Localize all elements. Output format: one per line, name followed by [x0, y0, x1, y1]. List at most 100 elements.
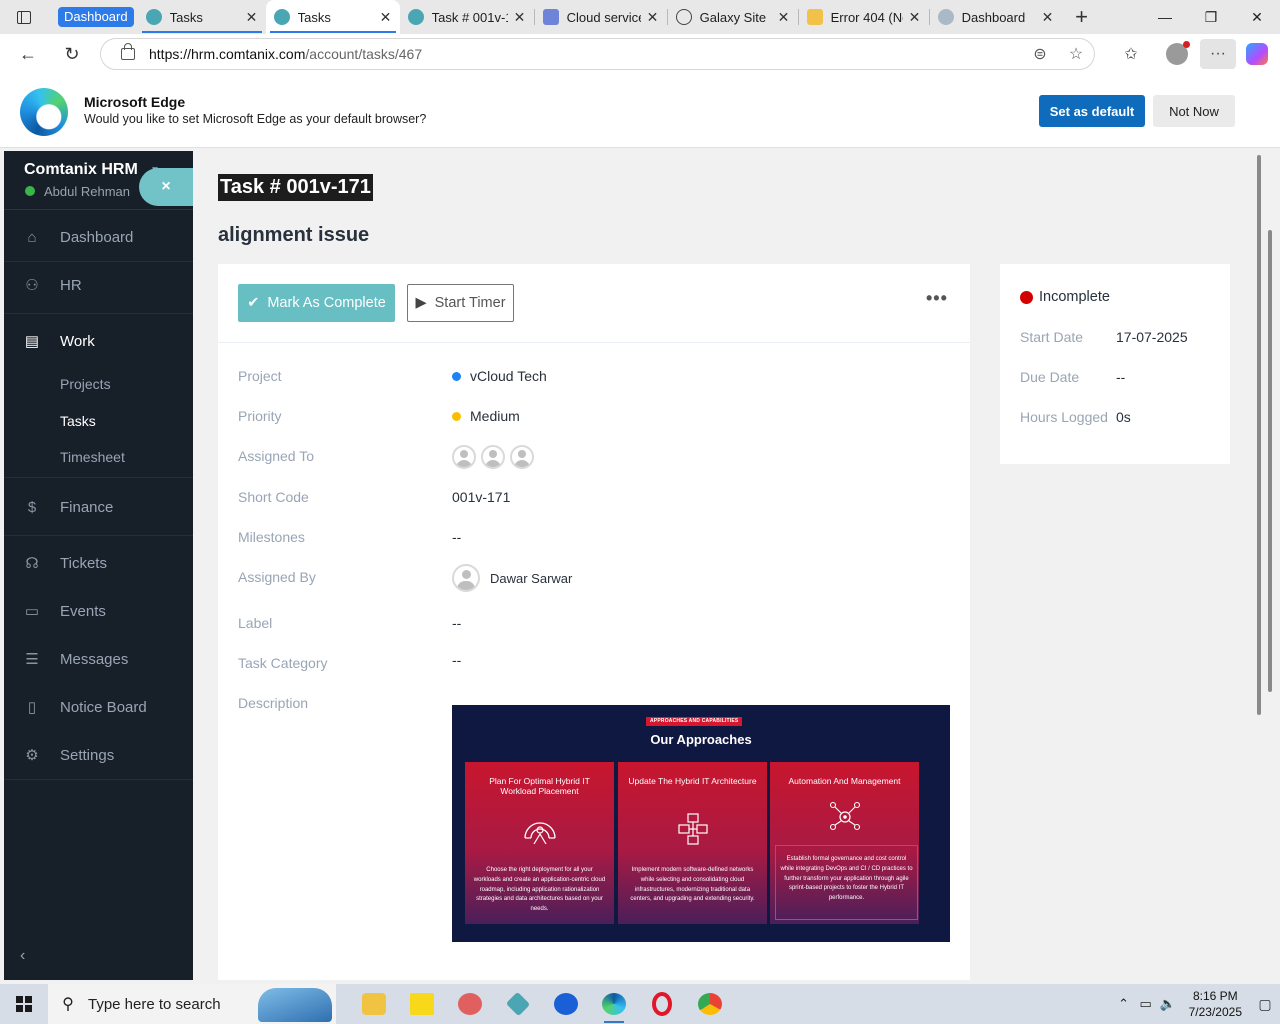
favorites-icon[interactable]: ✩ — [1108, 44, 1154, 64]
clock[interactable]: 8:16 PM 7/23/2025 — [1189, 988, 1242, 1020]
sidebar-item-settings[interactable]: ⚙ Settings — [4, 735, 193, 775]
sidebar-item-label: Dashboard — [60, 228, 134, 246]
more-options-icon[interactable]: ••• — [926, 288, 948, 309]
close-tab-icon[interactable]: ✕ — [909, 9, 921, 26]
description-label: Description — [238, 695, 309, 711]
browser-tab[interactable]: Tasks ✕ — [138, 0, 266, 34]
tab-title: Dashboard — [961, 9, 1026, 25]
avatar[interactable] — [452, 445, 476, 469]
tab-title: Task # 001v-1 — [431, 9, 508, 25]
browser-tab[interactable]: Cloud service ✕ — [535, 0, 667, 34]
assigned-by-value[interactable]: Dawar Sarwar — [452, 564, 572, 592]
page-scrollbar[interactable] — [1255, 151, 1276, 980]
tab-favicon-globe-icon — [675, 9, 692, 25]
close-tab-icon[interactable]: ✕ — [647, 9, 659, 26]
start-button[interactable] — [0, 984, 48, 1024]
browser-tab[interactable]: Task # 001v-1 ✕ — [400, 0, 534, 34]
app-diamond-icon[interactable] — [494, 984, 542, 1024]
tab-group-label[interactable]: Dashboard — [58, 7, 134, 27]
browser-tab[interactable]: Error 404 (No ✕ — [799, 0, 929, 34]
close-tab-icon[interactable]: ✕ — [380, 9, 392, 26]
sidebar-item-finance[interactable]: $ Finance — [4, 487, 193, 527]
sidebar-subitem-projects[interactable]: Projects — [60, 376, 111, 392]
mark-as-complete-button[interactable]: ✔ Mark As Complete — [238, 284, 395, 322]
browser-scrollbar-thumb[interactable] — [1268, 230, 1272, 692]
sidebar-divider — [4, 779, 193, 780]
set-default-button[interactable]: Set as default — [1039, 95, 1145, 127]
avatar[interactable] — [481, 445, 505, 469]
zoom-app-icon[interactable] — [542, 984, 590, 1024]
copilot-icon[interactable] — [1246, 43, 1268, 65]
taskbar-search[interactable]: ⚲ Type here to search — [48, 984, 336, 1024]
tab-favicon-icon — [273, 9, 290, 25]
browser-tab[interactable]: Dashboard ✕ — [930, 0, 1062, 34]
due-date-value: -- — [1116, 369, 1126, 385]
network-icon[interactable]: ▭ — [1135, 996, 1157, 1012]
sidebar-item-messages[interactable]: ☰ Messages — [4, 639, 193, 679]
avatar[interactable] — [510, 445, 534, 469]
description-image-heading: Our Approaches — [650, 732, 752, 747]
sidebar-item-tickets[interactable]: ☊ Tickets — [4, 543, 193, 583]
paint-app-icon[interactable] — [446, 984, 494, 1024]
chrome-icon[interactable] — [686, 984, 734, 1024]
profile-avatar[interactable] — [1166, 41, 1190, 65]
back-arrow-icon[interactable]: ← — [8, 34, 48, 74]
tab-actions-icon — [17, 10, 31, 24]
user-name[interactable]: Abdul Rehman — [44, 184, 130, 199]
sidebar-subitem-tasks[interactable]: Tasks — [60, 413, 96, 429]
tab-actions-button[interactable] — [0, 0, 48, 34]
approach-body: Implement modern software-defined networ… — [630, 867, 755, 903]
opera-icon[interactable] — [638, 984, 686, 1024]
new-tab-icon[interactable]: + — [1062, 4, 1102, 30]
browser-tab-active[interactable]: Tasks ✕ — [265, 0, 400, 34]
sidebar-item-events[interactable]: ▭ Events — [4, 591, 193, 631]
edge-taskbar-icon[interactable] — [590, 984, 638, 1024]
sticky-notes-icon[interactable] — [398, 984, 446, 1024]
network-architecture-icon — [677, 813, 708, 845]
favorite-star-icon[interactable]: ☆ — [1058, 44, 1094, 64]
project-value[interactable]: vCloud Tech — [452, 368, 547, 384]
notification-icon[interactable]: ▢ — [1250, 996, 1280, 1013]
priority-name: Medium — [470, 408, 520, 424]
close-tab-icon[interactable]: ✕ — [778, 9, 790, 26]
scrollbar-thumb[interactable] — [1257, 155, 1261, 715]
status-dot — [1020, 290, 1033, 304]
restore-icon[interactable]: ❐ — [1188, 0, 1234, 34]
approach-card: Plan For Optimal Hybrid IT Workload Plac… — [465, 762, 614, 924]
close-tab-icon[interactable]: ✕ — [514, 9, 526, 26]
start-date-value: 17-07-2025 — [1116, 329, 1188, 345]
start-timer-button[interactable]: ▶ Start Timer — [407, 284, 514, 322]
browser-tab[interactable]: Galaxy Site ✕ — [668, 0, 798, 34]
collapse-sidebar-icon[interactable]: ‹ — [20, 947, 25, 965]
volume-icon[interactable]: 🔈 — [1157, 996, 1179, 1012]
close-tab-icon[interactable]: ✕ — [246, 9, 258, 26]
sidebar-subitem-timesheet[interactable]: Timesheet — [60, 449, 125, 465]
due-date-label: Due Date — [1020, 369, 1080, 385]
priority-value: Medium — [452, 408, 520, 424]
avatar — [452, 564, 480, 592]
refresh-icon[interactable]: ↻ — [52, 34, 92, 74]
close-window-icon[interactable]: ✕ — [1234, 0, 1280, 34]
url-text[interactable]: https://hrm.comtanix.com/account/tasks/4… — [149, 46, 1022, 62]
minimize-icon[interactable]: — — [1142, 0, 1188, 34]
more-menu-icon[interactable]: ··· — [1200, 39, 1236, 69]
lock-icon[interactable] — [121, 43, 135, 60]
edge-logo-icon — [20, 88, 68, 136]
dashboard-gauge-icon — [523, 822, 556, 845]
start-date-label: Start Date — [1020, 329, 1084, 345]
sidebar-divider — [4, 261, 193, 262]
close-tab-icon[interactable]: ✕ — [1042, 9, 1054, 26]
close-sidebar-button[interactable]: × — [139, 168, 193, 206]
file-explorer-icon[interactable] — [350, 984, 398, 1024]
sidebar-item-notice-board[interactable]: ▯ Notice Board — [4, 687, 193, 727]
clipboard-icon: ▯ — [27, 699, 37, 716]
company-name[interactable]: Comtanix HRM — [24, 161, 138, 179]
address-bar[interactable]: https://hrm.comtanix.com/account/tasks/4… — [100, 38, 1095, 70]
sidebar-item-work[interactable]: ▤ Work — [4, 321, 193, 361]
sidebar-item-dashboard[interactable]: ⌂ Dashboard — [4, 217, 193, 257]
reader-icon[interactable]: ⊜ — [1022, 44, 1058, 64]
sidebar-item-hr[interactable]: ⚇ HR — [4, 265, 193, 305]
priority-label: Priority — [238, 408, 282, 424]
not-now-button[interactable]: Not Now — [1153, 95, 1235, 127]
chevron-up-icon[interactable]: ⌃ — [1113, 996, 1135, 1012]
